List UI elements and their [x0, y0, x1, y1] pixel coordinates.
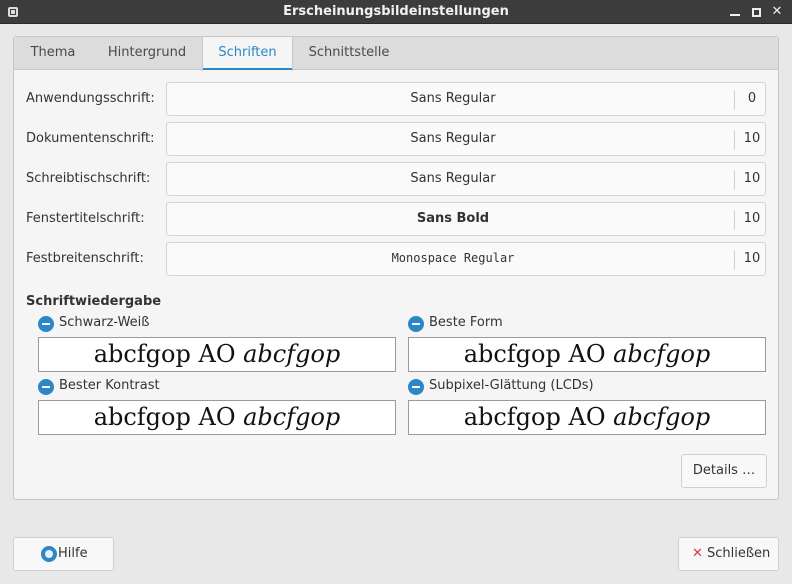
- minus-circle-icon[interactable]: [408, 316, 424, 332]
- font-name: Sans Bold: [416, 211, 490, 226]
- title-bar: Erscheinungsbildeinstellungen ✕: [0, 0, 792, 24]
- close-icon: ✕: [692, 546, 703, 561]
- minus-circle-icon[interactable]: [38, 379, 54, 395]
- rendering-section-title: Schriftwiedergabe: [26, 294, 162, 309]
- sample-italic: abcfgop: [243, 340, 341, 368]
- tab-thema[interactable]: Thema: [14, 37, 92, 70]
- preview-monochrome[interactable]: abcfgop AO abcfgop: [38, 337, 396, 372]
- font-size: 0: [747, 91, 757, 106]
- font-name: Sans Regular: [410, 171, 496, 186]
- document-font-button[interactable]: Sans Regular 10: [166, 122, 766, 156]
- help-label: Hilfe: [58, 546, 88, 561]
- maximize-icon[interactable]: [747, 3, 765, 21]
- option-label-best-shape[interactable]: Beste Form: [429, 315, 503, 330]
- sample-regular: abcfgop AO: [93, 403, 244, 431]
- separator: [734, 90, 735, 110]
- option-label-subpixel[interactable]: Subpixel-Glättung (LCDs): [429, 378, 594, 393]
- font-size: 10: [743, 211, 761, 226]
- desktop-font-button[interactable]: Sans Regular 10: [166, 162, 766, 196]
- minimize-icon[interactable]: [726, 3, 744, 21]
- font-name: Sans Regular: [410, 131, 496, 146]
- sample-regular: abcfgop AO: [93, 340, 244, 368]
- separator: [734, 170, 735, 190]
- sample-italic: abcfgop: [243, 403, 341, 431]
- font-size: 10: [743, 131, 761, 146]
- tab-schnittstelle[interactable]: Schnittstelle: [293, 37, 405, 70]
- close-button[interactable]: ✕ Schließen: [678, 537, 779, 571]
- help-button[interactable]: Hilfe: [13, 537, 114, 571]
- sample-regular: abcfgop AO: [463, 403, 614, 431]
- separator: [734, 250, 735, 270]
- desktop-font-label: Schreibtischschrift:: [26, 171, 151, 186]
- option-label-monochrome[interactable]: Schwarz-Weiß: [59, 315, 149, 330]
- sample-italic: abcfgop: [613, 340, 711, 368]
- minus-circle-icon[interactable]: [38, 316, 54, 332]
- close-icon[interactable]: ✕: [768, 3, 786, 21]
- application-font-label: Anwendungsschrift:: [26, 91, 155, 106]
- font-name: Monospace Regular: [391, 251, 515, 265]
- close-label: Schließen: [707, 546, 771, 561]
- sample-italic: abcfgop: [613, 403, 711, 431]
- separator: [734, 130, 735, 150]
- monospace-font-button[interactable]: Monospace Regular 10: [166, 242, 766, 276]
- details-button[interactable]: Details …: [681, 454, 767, 488]
- minus-circle-icon[interactable]: [408, 379, 424, 395]
- application-font-button[interactable]: Sans Regular 0: [166, 82, 766, 116]
- preview-best-contrast[interactable]: abcfgop AO abcfgop: [38, 400, 396, 435]
- preview-subpixel[interactable]: abcfgop AO abcfgop: [408, 400, 766, 435]
- window-title-font-label: Fenstertitelschrift:: [26, 211, 145, 226]
- option-label-best-contrast[interactable]: Bester Kontrast: [59, 378, 160, 393]
- settings-notebook: Thema Hintergrund Schriften Schnittstell…: [13, 36, 779, 500]
- document-font-label: Dokumentenschrift:: [26, 131, 155, 146]
- preview-best-shape[interactable]: abcfgop AO abcfgop: [408, 337, 766, 372]
- font-size: 10: [743, 171, 761, 186]
- window-title-font-button[interactable]: Sans Bold 10: [166, 202, 766, 236]
- font-name: Sans Regular: [410, 91, 496, 106]
- tab-hintergrund[interactable]: Hintergrund: [92, 37, 202, 70]
- sample-regular: abcfgop AO: [463, 340, 614, 368]
- help-icon: [41, 546, 57, 562]
- tab-bar: Thema Hintergrund Schriften Schnittstell…: [14, 37, 778, 71]
- font-size: 10: [743, 251, 761, 266]
- monospace-font-label: Festbreitenschrift:: [26, 251, 144, 266]
- window-title: Erscheinungsbildeinstellungen: [283, 4, 509, 19]
- tab-schriften[interactable]: Schriften: [202, 37, 293, 71]
- separator: [734, 210, 735, 230]
